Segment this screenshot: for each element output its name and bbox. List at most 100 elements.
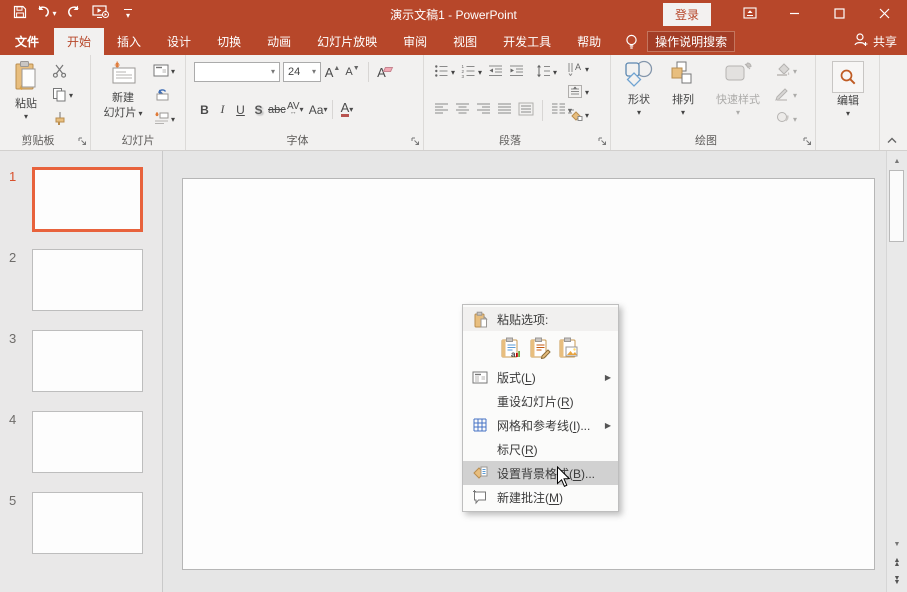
save-button[interactable] [6, 2, 33, 26]
menu-item-new-comment[interactable]: 新建批注(M) [463, 485, 618, 509]
clipboard-dialog-launcher-icon[interactable] [77, 136, 87, 146]
shape-fill-button[interactable]: ▾ [773, 61, 799, 82]
menu-item-format-background[interactable]: 设置背景格式(B)... [463, 461, 618, 485]
font-dialog-launcher-icon[interactable] [410, 136, 420, 146]
paste-keep-source-formatting-button[interactable] [528, 336, 552, 360]
quick-styles-button[interactable]: 快速样式 ▾ [707, 60, 769, 117]
decrease-indent-button[interactable] [486, 62, 505, 83]
text-shadow-button[interactable]: S [250, 100, 267, 119]
menu-item-layout[interactable]: 版式(L) ▶ [463, 365, 618, 389]
distribute-text-button[interactable] [516, 100, 536, 121]
redo-button[interactable] [60, 2, 87, 26]
share-button[interactable]: 共享 [852, 28, 897, 55]
tab-slideshow[interactable]: 幻灯片放映 [304, 28, 390, 55]
paste-button[interactable]: 粘贴 ▾ [6, 60, 46, 121]
grow-font-button[interactable]: A▲ [324, 63, 341, 82]
tab-transitions[interactable]: 切换 [204, 28, 254, 55]
scroll-up-button[interactable]: ▲ [887, 153, 907, 169]
tab-home[interactable]: 开始 [54, 28, 104, 55]
font-name-combobox[interactable]: ▾ [194, 62, 280, 82]
align-text-button[interactable]: ▾ [565, 82, 591, 103]
align-left-button[interactable] [432, 100, 451, 121]
group-label-clipboard: 剪贴板 [22, 135, 55, 147]
font-color-button[interactable]: A ▾ [338, 100, 355, 119]
shape-outline-button[interactable]: ▾ [773, 85, 799, 106]
section-button[interactable]: ▾ [151, 109, 177, 130]
tab-developer[interactable]: 开发工具 [490, 28, 564, 55]
numbering-button[interactable]: 123 ▾ [459, 62, 484, 83]
new-slide-button[interactable]: 新建 幻灯片▾ [98, 60, 148, 120]
customize-qat-button[interactable]: ▾ [114, 2, 141, 26]
grid-icon [463, 418, 497, 432]
maximize-button[interactable] [817, 0, 862, 28]
convert-to-smartart-button[interactable]: ▾ [565, 105, 591, 126]
font-size-combobox[interactable]: 24 ▾ [283, 62, 321, 82]
format-painter-button[interactable] [50, 109, 75, 130]
previous-slide-button[interactable]: ▲▲ [887, 555, 907, 571]
menu-item-ruler[interactable]: 标尺(R) [463, 437, 618, 461]
minimize-button[interactable] [772, 0, 817, 28]
clear-formatting-button[interactable]: A [376, 63, 393, 82]
italic-button[interactable]: I [214, 100, 231, 119]
shape-effects-button[interactable]: ▾ [773, 109, 799, 130]
tab-view[interactable]: 视图 [440, 28, 490, 55]
tell-me-search-input[interactable]: 操作说明搜索 [647, 31, 735, 52]
increase-indent-button[interactable] [507, 62, 526, 83]
shapes-button[interactable]: 形状 ▾ [619, 60, 659, 117]
slide-thumbnail-4[interactable]: 4 [0, 411, 162, 473]
copy-button[interactable]: ▾ [50, 85, 75, 106]
group-label-paragraph: 段落 [499, 135, 521, 147]
text-direction-button[interactable]: A ▾ [565, 59, 591, 80]
close-button[interactable] [862, 0, 907, 28]
slide-thumbnail-image[interactable] [32, 411, 143, 473]
reset-slide-button[interactable] [151, 85, 177, 106]
start-slideshow-button[interactable] [87, 2, 114, 26]
bullets-button[interactable]: ▾ [432, 62, 457, 83]
strikethrough-button[interactable]: abc [268, 100, 286, 119]
layout-button[interactable]: ▾ [151, 61, 177, 82]
tab-review[interactable]: 审阅 [390, 28, 440, 55]
bold-button[interactable]: B [196, 100, 213, 119]
change-case-button[interactable]: Aa▾ [309, 100, 328, 119]
slide-thumbnail-1[interactable]: 1 [0, 168, 162, 230]
arrange-button[interactable]: 排列 ▾ [663, 60, 703, 117]
line-spacing-button[interactable]: ▾ [534, 62, 559, 83]
tab-design[interactable]: 设计 [154, 28, 204, 55]
scroll-down-button[interactable]: ▼ [887, 536, 907, 552]
tab-help[interactable]: 帮助 [564, 28, 614, 55]
align-right-button[interactable] [474, 100, 493, 121]
character-spacing-button[interactable]: AV↔ ▾ [287, 100, 304, 119]
slide-thumbnail-image[interactable] [32, 492, 143, 554]
justify-button[interactable] [495, 100, 514, 121]
slide-thumbnail-3[interactable]: 3 [0, 330, 162, 392]
underline-button[interactable]: U [232, 100, 249, 119]
shrink-font-button[interactable]: A▼ [344, 63, 361, 82]
align-center-button[interactable] [453, 100, 472, 121]
slide-thumbnail-image[interactable] [32, 330, 143, 392]
svg-text:3: 3 [462, 74, 465, 78]
slide-number: 5 [9, 493, 16, 508]
undo-button[interactable]: ▾ [33, 2, 60, 26]
slide-thumbnail-image[interactable] [32, 167, 143, 232]
slide-thumbnail-image[interactable] [32, 249, 143, 311]
tab-insert[interactable]: 插入 [104, 28, 154, 55]
align-center-icon [455, 102, 470, 119]
drawing-dialog-launcher-icon[interactable] [802, 136, 812, 146]
signin-button[interactable]: 登录 [663, 3, 711, 26]
tab-file[interactable]: 文件 [0, 28, 54, 55]
scrollbar-thumb[interactable] [889, 170, 904, 242]
paste-use-destination-theme-button[interactable]: a [499, 336, 523, 360]
slide-thumbnail-5[interactable]: 5 [0, 492, 162, 554]
paragraph-dialog-launcher-icon[interactable] [597, 136, 607, 146]
tab-animations[interactable]: 动画 [254, 28, 304, 55]
ribbon-display-options-button[interactable] [727, 0, 772, 28]
cut-button[interactable] [50, 61, 75, 82]
ribbon-tabs: 文件 开始 插入 设计 切换 动画 幻灯片放映 审阅 视图 开发工具 帮助 操作… [0, 28, 907, 55]
slide-thumbnail-2[interactable]: 2 [0, 249, 162, 311]
editing-button[interactable]: 编辑 ▾ [828, 61, 868, 118]
paste-picture-button[interactable] [557, 336, 581, 360]
collapse-ribbon-button[interactable] [883, 134, 901, 148]
next-slide-button[interactable]: ▼▼ [887, 573, 907, 589]
menu-item-reset-slide[interactable]: 重设幻灯片(R) [463, 389, 618, 413]
menu-item-grid-and-guides[interactable]: 网格和参考线(I)... ▶ [463, 413, 618, 437]
